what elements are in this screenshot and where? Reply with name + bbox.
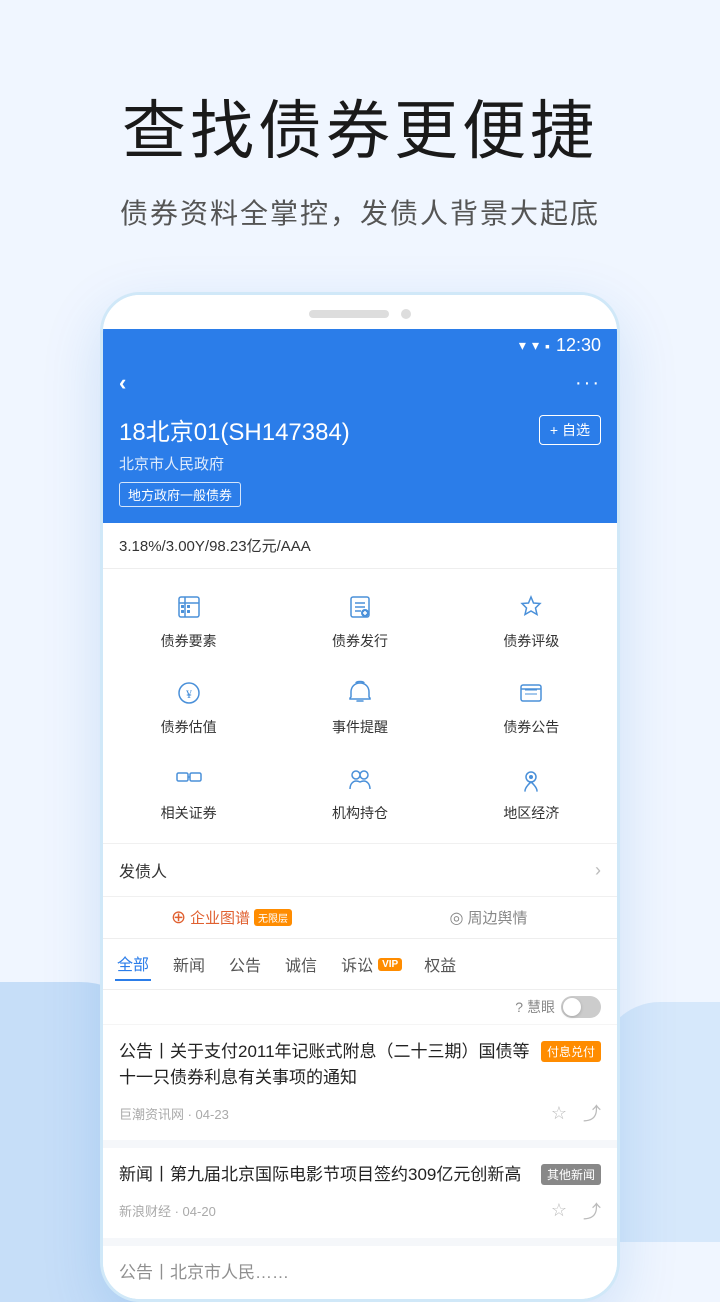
sub-tab-sentiment-label: 周边舆情	[467, 907, 527, 928]
graph-icon: ⊕	[171, 907, 186, 928]
add-watchlist-button[interactable]: + 自选	[539, 415, 601, 445]
more-button[interactable]: ···	[575, 372, 601, 395]
hui-eye-row: ? 慧眼	[103, 990, 617, 1025]
filter-tab-news[interactable]: 新闻	[171, 948, 207, 980]
news-source-1: 巨潮资讯网 · 04-23	[119, 1104, 229, 1123]
news-title-partial: 公告丨北京市人民……	[119, 1263, 289, 1282]
news-filter-tabs: 全部 新闻 公告 诚信 诉讼 VIP 权益	[103, 939, 617, 990]
feature-related-securities[interactable]: 相关证券	[103, 749, 274, 835]
feature-bond-announcement[interactable]: 债券公告	[446, 663, 617, 749]
news-title-2: 新闻丨第九届北京国际电影节项目签约309亿元创新高	[119, 1162, 533, 1188]
news-meta-1: 巨潮资讯网 · 04-23 ☆ ⤴	[119, 1100, 601, 1126]
hero-subtitle: 债券资料全掌控，发债人背景大起底	[60, 192, 660, 232]
sub-tabs: ⊕ 企业图谱 无限层 ◎ 周边舆情	[103, 897, 617, 939]
filter-tab-lawsuit: 诉讼	[339, 948, 375, 980]
sub-tab-enterprise-graph[interactable]: ⊕ 企业图谱 无限层	[103, 897, 360, 938]
news-source-2: 新浪财经 · 04-20	[119, 1201, 216, 1220]
status-bar: ▾ ▾ ▪ 12:30	[103, 329, 617, 362]
news-item-partial: 公告丨北京市人民……	[103, 1246, 617, 1300]
share-icon-1[interactable]: ⤴	[583, 1100, 601, 1126]
feature-label-bond-issue: 债券发行	[332, 631, 388, 651]
news-badge-2: 其他新闻	[541, 1164, 601, 1185]
phone-camera	[401, 309, 411, 319]
sub-tab-sentiment[interactable]: ◎ 周边舆情	[360, 897, 617, 938]
issuer-row[interactable]: 发债人 ›	[103, 844, 617, 897]
bond-valuation-icon: ¥	[171, 675, 207, 711]
news-title-1: 公告丨关于支付2011年记账式附息（二十三期）国债等十一只债券利息有关事项的通知	[119, 1039, 533, 1090]
filter-tab-lawsuit-wrapper[interactable]: 诉讼 VIP	[339, 948, 402, 980]
star-icon-2[interactable]: ☆	[551, 1200, 567, 1221]
feature-label-bond-valuation: 债券估值	[161, 717, 217, 737]
phone-mockup-container: ▾ ▾ ▪ 12:30 ‹ ··· 18北京01(SH147384) + 自选 …	[0, 272, 720, 1302]
issuer-label: 发债人	[119, 858, 167, 882]
share-icon-2[interactable]: ⤴	[583, 1198, 601, 1224]
feature-grid: 债券要素 债券发行	[103, 569, 617, 844]
phone-top-bar	[103, 295, 617, 329]
bond-tag: 地方政府一般债券	[119, 482, 241, 507]
feature-label-bond-rating: 债券评级	[503, 631, 559, 651]
news-badge-1: 付息兑付	[541, 1041, 601, 1062]
hui-eye-toggle[interactable]	[561, 996, 601, 1018]
toggle-knob	[563, 998, 581, 1016]
related-securities-icon	[171, 761, 207, 797]
sentiment-icon: ◎	[450, 908, 464, 928]
feature-label-institution-holding: 机构持仓	[332, 803, 388, 823]
bond-header: 18北京01(SH147384) + 自选 北京市人民政府 地方政府一般债券	[103, 408, 617, 523]
feature-label-bond-element: 债券要素	[161, 631, 217, 651]
feature-institution-holding[interactable]: 机构持仓	[274, 749, 445, 835]
feature-label-bond-announcement: 债券公告	[503, 717, 559, 737]
feature-label-regional-economy: 地区经济	[503, 803, 559, 823]
bond-element-icon	[171, 589, 207, 625]
back-button[interactable]: ‹	[119, 370, 126, 396]
question-mark-icon[interactable]: ?	[515, 999, 523, 1015]
phone-mockup: ▾ ▾ ▪ 12:30 ‹ ··· 18北京01(SH147384) + 自选 …	[100, 292, 620, 1302]
hero-section: 查找债券更便捷 债券资料全掌控，发债人背景大起底	[0, 0, 720, 272]
regional-economy-icon	[513, 761, 549, 797]
news-meta-2: 新浪财经 · 04-20 ☆ ⤴	[119, 1198, 601, 1224]
status-icons: ▾ ▾ ▪ 12:30	[519, 335, 601, 356]
news-actions-2: ☆ ⤴	[551, 1198, 601, 1224]
feature-bond-rating[interactable]: 债券评级	[446, 577, 617, 663]
wifi-icon: ▾	[519, 337, 526, 354]
filter-tab-announcement[interactable]: 公告	[227, 948, 263, 980]
feature-regional-economy[interactable]: 地区经济	[446, 749, 617, 835]
feature-bond-element[interactable]: 债券要素	[103, 577, 274, 663]
news-item-2[interactable]: 新闻丨第九届北京国际电影节项目签约309亿元创新高 其他新闻 新浪财经 · 04…	[103, 1148, 617, 1246]
news-item-1[interactable]: 公告丨关于支付2011年记账式附息（二十三期）国债等十一只债券利息有关事项的通知…	[103, 1025, 617, 1148]
hui-eye-label: ? 慧眼	[515, 997, 555, 1017]
bond-issue-icon	[342, 589, 378, 625]
news-title-row-2: 新闻丨第九届北京国际电影节项目签约309亿元创新高 其他新闻	[119, 1162, 601, 1188]
filter-tab-all[interactable]: 全部	[115, 947, 151, 981]
sub-tab-enterprise-label: 企业图谱	[190, 907, 250, 928]
filter-tab-rights[interactable]: 权益	[422, 948, 458, 980]
bond-announcement-icon	[513, 675, 549, 711]
bond-title-row: 18北京01(SH147384) + 自选	[119, 412, 601, 447]
feature-bond-valuation[interactable]: ¥ 债券估值	[103, 663, 274, 749]
news-actions-1: ☆ ⤴	[551, 1100, 601, 1126]
feature-event-reminder[interactable]: 事件提醒	[274, 663, 445, 749]
hero-title: 查找债券更便捷	[60, 80, 660, 172]
bond-rating-icon	[513, 589, 549, 625]
phone-speaker	[309, 310, 389, 318]
bond-title: 18北京01(SH147384)	[119, 412, 350, 447]
news-title-row-1: 公告丨关于支付2011年记账式附息（二十三期）国债等十一只债券利息有关事项的通知…	[119, 1039, 601, 1090]
filter-tab-credit[interactable]: 诚信	[283, 948, 319, 980]
feature-label-event-reminder: 事件提醒	[332, 717, 388, 737]
battery-icon: ▪	[545, 338, 550, 354]
svg-text:¥: ¥	[186, 687, 192, 701]
signal-icon: ▾	[532, 337, 539, 354]
chevron-right-icon: ›	[595, 860, 601, 881]
nav-bar: ‹ ···	[103, 362, 617, 408]
institution-holding-icon	[342, 761, 378, 797]
vip-badge: VIP	[378, 958, 402, 971]
bond-issuer: 北京市人民政府	[119, 453, 601, 474]
status-time: 12:30	[556, 335, 601, 356]
no-limit-badge: 无限层	[254, 909, 292, 926]
bond-stats: 3.18%/3.00Y/98.23亿元/AAA	[103, 523, 617, 569]
event-reminder-icon	[342, 675, 378, 711]
feature-bond-issue[interactable]: 债券发行	[274, 577, 445, 663]
feature-label-related-securities: 相关证券	[161, 803, 217, 823]
star-icon-1[interactable]: ☆	[551, 1103, 567, 1124]
